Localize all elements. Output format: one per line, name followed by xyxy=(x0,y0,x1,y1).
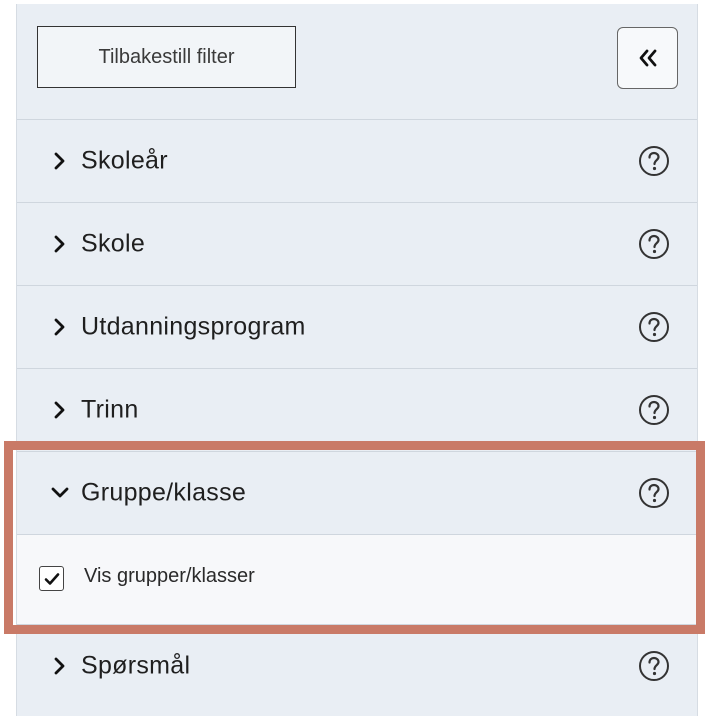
section-utdanningsprogram[interactable]: Utdanningsprogram xyxy=(17,286,697,369)
section-skolear[interactable]: Skoleår xyxy=(17,120,697,203)
section-gruppe-klasse[interactable]: Gruppe/klasse xyxy=(17,452,697,535)
chevron-right-icon xyxy=(54,657,65,675)
section-sporsmal[interactable]: Spørsmål xyxy=(17,625,697,707)
section-trinn[interactable]: Trinn xyxy=(17,369,697,452)
gruppe-klasse-options: Vis grupper/klasser xyxy=(17,535,697,625)
chevron-right-icon xyxy=(54,318,65,336)
section-label: Spørsmål xyxy=(81,651,191,680)
collapse-panel-button[interactable] xyxy=(617,27,678,89)
checkmark-icon xyxy=(44,572,59,585)
reset-filter-button[interactable]: Tilbakestill filter xyxy=(37,26,296,88)
help-icon[interactable] xyxy=(638,145,670,177)
help-icon[interactable] xyxy=(638,650,670,682)
section-label: Skoleår xyxy=(81,146,168,175)
help-icon[interactable] xyxy=(638,477,670,509)
section-label: Gruppe/klasse xyxy=(81,478,247,507)
show-groups-label[interactable]: Vis grupper/klasser xyxy=(84,565,255,588)
chevron-right-icon xyxy=(54,235,65,253)
filter-panel: Tilbakestill filter Skoleår Skole Utdann… xyxy=(16,4,698,716)
help-icon[interactable] xyxy=(638,228,670,260)
chevron-right-icon xyxy=(54,401,65,419)
show-groups-checkbox[interactable] xyxy=(39,566,64,591)
section-label: Utdanningsprogram xyxy=(81,312,306,341)
chevron-down-icon xyxy=(51,487,69,498)
section-label: Trinn xyxy=(81,395,139,424)
filter-toolbar: Tilbakestill filter xyxy=(17,4,697,120)
help-icon[interactable] xyxy=(638,311,670,343)
help-icon[interactable] xyxy=(638,394,670,426)
section-label: Skole xyxy=(81,229,146,258)
section-skole[interactable]: Skole xyxy=(17,203,697,286)
chevron-right-icon xyxy=(54,152,65,170)
double-chevron-left-icon xyxy=(639,49,656,67)
